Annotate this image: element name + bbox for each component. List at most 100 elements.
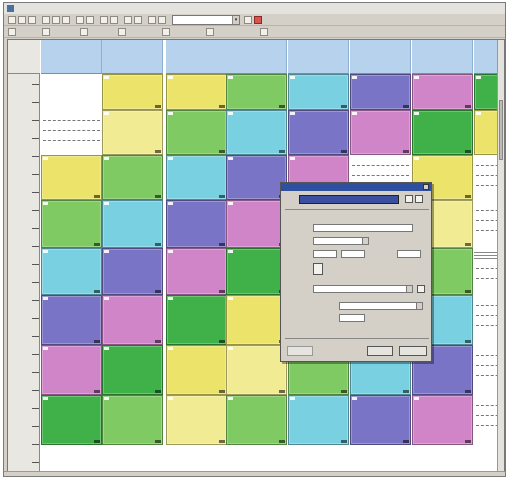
event-handle-icon[interactable] <box>465 150 471 153</box>
event-handle-icon[interactable] <box>465 440 471 443</box>
event-handle-icon[interactable] <box>155 390 161 393</box>
week-view-icon[interactable] <box>206 28 214 36</box>
filter-icon[interactable] <box>134 16 142 24</box>
schedule-event[interactable] <box>412 395 473 445</box>
ok-button[interactable] <box>367 346 393 356</box>
schedule-event[interactable] <box>166 345 227 395</box>
schedule-event[interactable] <box>226 248 287 295</box>
schedule-event[interactable] <box>288 395 349 445</box>
schedule-event[interactable] <box>41 248 102 295</box>
column-header-5[interactable] <box>288 40 349 74</box>
event-handle-icon[interactable] <box>219 340 225 343</box>
event-handle-icon[interactable] <box>279 150 285 153</box>
zoom-icon[interactable] <box>100 16 108 24</box>
grid-icon[interactable] <box>158 16 166 24</box>
schedule-event[interactable] <box>102 155 163 200</box>
schedule-event[interactable] <box>102 345 163 395</box>
schedule-event[interactable] <box>102 395 163 445</box>
column-header-4[interactable] <box>226 40 287 74</box>
undo-icon[interactable] <box>76 16 84 24</box>
print-icon[interactable] <box>110 16 118 24</box>
schedule-event[interactable] <box>166 295 227 345</box>
event-handle-icon[interactable] <box>94 340 100 343</box>
column-header-7[interactable] <box>412 40 473 74</box>
schedule-event[interactable] <box>102 295 163 345</box>
schedule-event[interactable] <box>102 200 163 248</box>
help-button[interactable] <box>287 346 313 356</box>
chevron-down-icon[interactable] <box>416 303 422 309</box>
schedule-event[interactable] <box>350 395 411 445</box>
schedule-event[interactable] <box>226 200 287 248</box>
settings-icon[interactable] <box>124 16 132 24</box>
event-handle-icon[interactable] <box>94 440 100 443</box>
schedule-event[interactable] <box>166 155 227 200</box>
schedule-event[interactable] <box>41 295 102 345</box>
event-handle-icon[interactable] <box>279 105 285 108</box>
new-icon[interactable] <box>8 16 16 24</box>
event-handle-icon[interactable] <box>279 390 285 393</box>
day-view-icon[interactable] <box>162 28 170 36</box>
event-handle-icon[interactable] <box>155 150 161 153</box>
schedule-event[interactable] <box>102 248 163 295</box>
cut-icon[interactable] <box>42 16 50 24</box>
event-handle-icon[interactable] <box>155 105 161 108</box>
schedule-event[interactable] <box>350 110 411 155</box>
event-handle-icon[interactable] <box>155 195 161 198</box>
column-header-3[interactable] <box>166 40 227 74</box>
event-handle-icon[interactable] <box>219 195 225 198</box>
event-handle-icon[interactable] <box>403 390 409 393</box>
schedule-event[interactable] <box>41 345 102 395</box>
cancel-button[interactable] <box>399 346 427 356</box>
schedule-event[interactable] <box>166 200 227 248</box>
event-handle-icon[interactable] <box>341 390 347 393</box>
chevron-down-icon[interactable] <box>362 238 368 244</box>
chevron-down-icon[interactable] <box>406 286 412 292</box>
event-handle-icon[interactable] <box>403 440 409 443</box>
view-icon[interactable] <box>148 16 156 24</box>
paste-icon[interactable] <box>62 16 70 24</box>
event-handle-icon[interactable] <box>219 290 225 293</box>
dialog-next-icon[interactable] <box>415 195 423 203</box>
event-handle-icon[interactable] <box>155 243 161 246</box>
column-header-1[interactable] <box>41 40 102 74</box>
event-handle-icon[interactable] <box>403 105 409 108</box>
event-handle-icon[interactable] <box>341 105 347 108</box>
event-handle-icon[interactable] <box>465 290 471 293</box>
resource-lookup-icon[interactable] <box>417 285 425 293</box>
schedule-event[interactable] <box>412 74 473 110</box>
scrollbar-thumb[interactable] <box>499 100 503 160</box>
next-icon[interactable] <box>80 28 88 36</box>
event-handle-icon[interactable] <box>465 390 471 393</box>
schedule-event[interactable] <box>166 395 227 445</box>
schedule-event[interactable] <box>288 74 349 110</box>
schedule-event[interactable] <box>41 155 102 200</box>
event-handle-icon[interactable] <box>465 195 471 198</box>
event-handle-icon[interactable] <box>219 390 225 393</box>
dialog-item-select[interactable] <box>299 195 399 204</box>
event-handle-icon[interactable] <box>155 340 161 343</box>
dialog-category-select[interactable] <box>339 302 423 310</box>
schedule-event[interactable] <box>226 74 287 110</box>
schedule-event[interactable] <box>166 110 227 155</box>
dialog-resource-select[interactable] <box>313 285 413 293</box>
open-icon[interactable] <box>18 16 26 24</box>
schedule-event[interactable] <box>350 74 411 110</box>
toolbar-combo[interactable]: ▾ <box>172 15 240 25</box>
delete-icon[interactable] <box>254 16 262 24</box>
chevron-down-icon[interactable]: ▾ <box>232 16 239 24</box>
dialog-start-field[interactable] <box>313 250 337 258</box>
event-handle-icon[interactable] <box>94 195 100 198</box>
schedule-event[interactable] <box>412 110 473 155</box>
event-handle-icon[interactable] <box>341 440 347 443</box>
schedule-event[interactable] <box>226 155 287 200</box>
schedule-event[interactable] <box>226 345 287 395</box>
event-handle-icon[interactable] <box>155 290 161 293</box>
event-handle-icon[interactable] <box>465 105 471 108</box>
column-header-6[interactable] <box>350 40 411 74</box>
event-handle-icon[interactable] <box>279 440 285 443</box>
schedule-event[interactable] <box>41 395 102 445</box>
schedule-event[interactable] <box>288 110 349 155</box>
schedule-event[interactable] <box>102 110 163 155</box>
event-handle-icon[interactable] <box>94 290 100 293</box>
event-handle-icon[interactable] <box>94 390 100 393</box>
